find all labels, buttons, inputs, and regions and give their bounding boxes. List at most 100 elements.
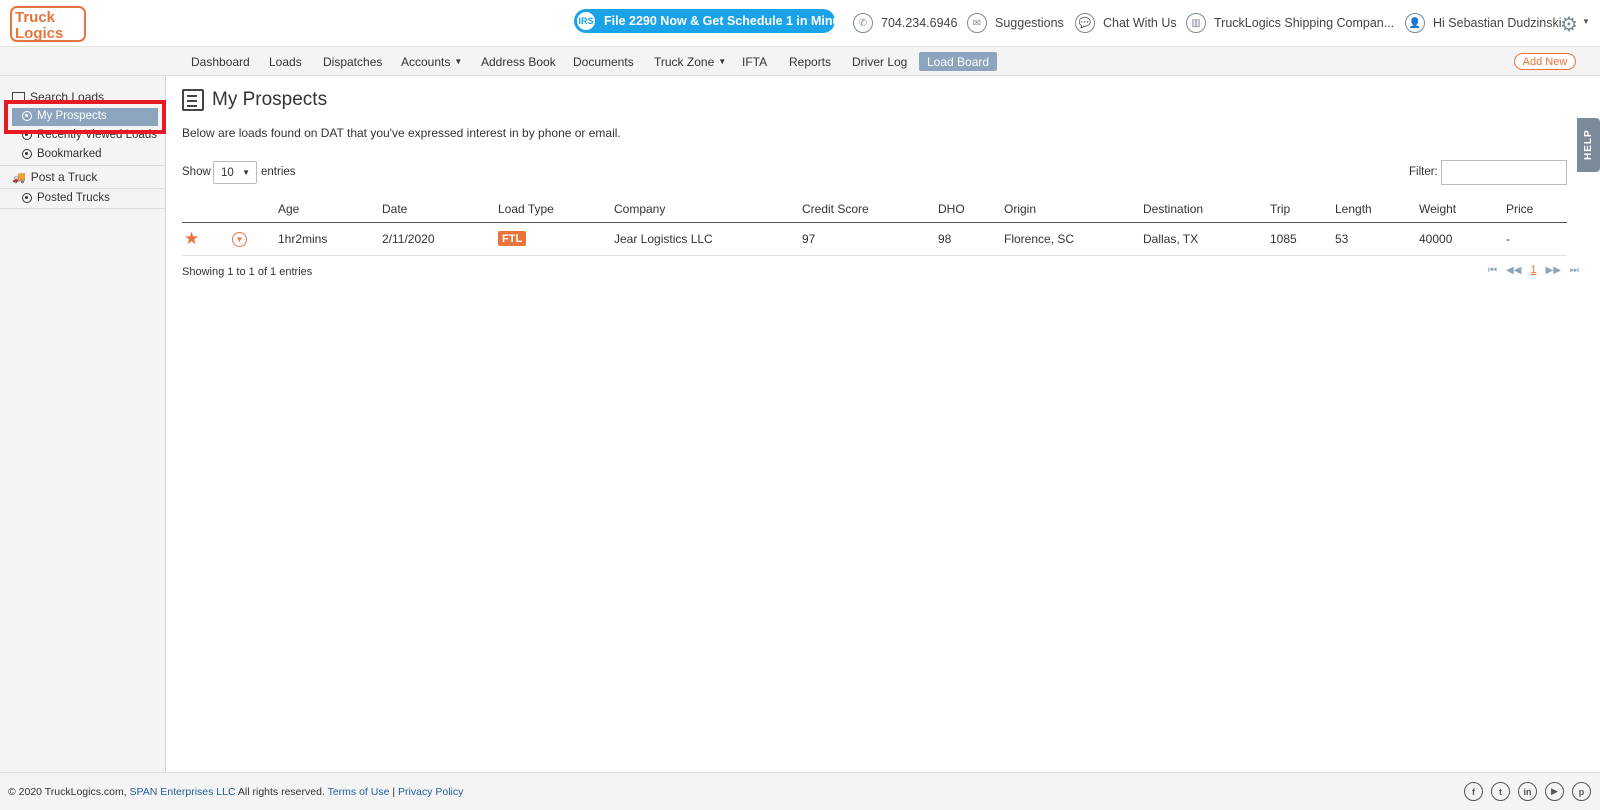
load-type-badge: FTL bbox=[498, 231, 527, 246]
chat-link[interactable]: 💬 Chat With Us bbox=[1075, 12, 1177, 34]
cell-origin: Florence, SC bbox=[1004, 232, 1075, 246]
facebook-icon[interactable]: f bbox=[1464, 782, 1483, 801]
col-weight[interactable]: Weight bbox=[1419, 202, 1456, 216]
copyright-text: © 2020 TruckLogics.com, bbox=[8, 786, 127, 798]
sidebar-item-posted-trucks[interactable]: Posted Trucks bbox=[22, 192, 110, 204]
privacy-policy-link[interactable]: Privacy Policy bbox=[398, 786, 463, 798]
cell-date: 2/11/2020 bbox=[382, 232, 435, 246]
radio-icon bbox=[22, 193, 32, 203]
nav-driver-log[interactable]: Driver Log bbox=[844, 52, 915, 71]
cell-destination: Dallas, TX bbox=[1143, 232, 1199, 246]
col-origin[interactable]: Origin bbox=[1004, 202, 1036, 216]
cell-weight: 40000 bbox=[1419, 232, 1453, 246]
chat-label: Chat With Us bbox=[1103, 16, 1177, 30]
chat-bubble-icon: 💬 bbox=[1075, 13, 1095, 33]
col-credit-score[interactable]: Credit Score bbox=[802, 202, 869, 216]
nav-accounts[interactable]: Accounts ▼ bbox=[393, 52, 470, 71]
truck-icon: 🚚 bbox=[12, 171, 26, 184]
cell-credit-score: 97 bbox=[802, 232, 816, 246]
promo-label: File 2290 Now & Get Schedule 1 in Minute… bbox=[604, 14, 859, 28]
user-menu[interactable]: 👤 Hi Sebastian Dudzinski bbox=[1405, 12, 1562, 34]
radio-icon bbox=[22, 149, 32, 159]
filter-input[interactable] bbox=[1441, 160, 1567, 185]
first-page-icon[interactable]: ⏮ bbox=[1488, 265, 1497, 276]
nav-ifta[interactable]: IFTA bbox=[734, 52, 775, 71]
col-load-type[interactable]: Load Type bbox=[498, 202, 554, 216]
main-nav: Dashboard Loads Dispatches Accounts ▼ Ad… bbox=[0, 47, 1600, 76]
sidebar-divider bbox=[0, 208, 166, 209]
footer: © 2020 TruckLogics.com, SPAN Enterprises… bbox=[0, 772, 1600, 810]
logo-line1: Truck bbox=[15, 9, 56, 26]
entries-label: entries bbox=[261, 166, 296, 178]
sidebar-divider bbox=[0, 165, 166, 166]
twitter-icon[interactable]: t bbox=[1491, 782, 1510, 801]
pinterest-icon[interactable]: p bbox=[1572, 782, 1591, 801]
col-price[interactable]: Price bbox=[1506, 202, 1533, 216]
filter-label: Filter: bbox=[1409, 166, 1438, 178]
table-row-divider bbox=[182, 255, 1567, 256]
span-enterprises-link[interactable]: SPAN Enterprises LLC bbox=[130, 786, 236, 798]
cell-dho: 98 bbox=[938, 232, 952, 246]
cell-age: 1hr2mins bbox=[278, 232, 328, 246]
building-icon: ▥ bbox=[1186, 13, 1206, 33]
phone-link[interactable]: ✆ 704.234.6946 bbox=[853, 12, 957, 34]
add-new-button[interactable]: Add New bbox=[1514, 53, 1576, 70]
top-header: Truck Logics IRS File 2290 Now & Get Sch… bbox=[0, 0, 1600, 47]
table-info: Showing 1 to 1 of 1 entries bbox=[182, 266, 313, 278]
cell-company: Jear Logistics LLC bbox=[614, 232, 713, 246]
footer-copyright: © 2020 TruckLogics.com, SPAN Enterprises… bbox=[8, 786, 463, 798]
col-destination[interactable]: Destination bbox=[1143, 202, 1203, 216]
nav-accounts-label: Accounts bbox=[401, 54, 451, 69]
nav-loads[interactable]: Loads bbox=[261, 52, 310, 71]
chevron-down-icon[interactable]: ▼ bbox=[1582, 17, 1590, 26]
suggestions-link[interactable]: ✉ Suggestions bbox=[967, 12, 1064, 34]
help-tab[interactable]: HELP bbox=[1577, 118, 1600, 172]
caret-down-icon: ▼ bbox=[454, 57, 463, 66]
entries-per-page-select[interactable]: 10 ▼ bbox=[213, 161, 257, 184]
page-number[interactable]: 1 bbox=[1530, 264, 1536, 276]
col-age[interactable]: Age bbox=[278, 202, 299, 216]
chevron-down-circle-icon[interactable]: ▼ bbox=[232, 232, 247, 247]
linkedin-icon[interactable]: in bbox=[1518, 782, 1537, 801]
sidebar-divider bbox=[0, 188, 166, 189]
nav-dispatches[interactable]: Dispatches bbox=[315, 52, 390, 71]
user-greeting: Hi Sebastian Dudzinski bbox=[1433, 16, 1562, 30]
col-trip[interactable]: Trip bbox=[1270, 202, 1290, 216]
last-page-icon[interactable]: ⏭ bbox=[1570, 265, 1579, 276]
col-company[interactable]: Company bbox=[614, 202, 665, 216]
star-icon[interactable]: ★ bbox=[184, 229, 199, 249]
post-truck-label: Post a Truck bbox=[30, 170, 98, 184]
cell-length: 53 bbox=[1335, 232, 1349, 246]
nav-dashboard[interactable]: Dashboard bbox=[183, 52, 258, 71]
col-date[interactable]: Date bbox=[382, 202, 407, 216]
envelope-icon: ✉ bbox=[967, 13, 987, 33]
sidebar-post-truck[interactable]: 🚚 Post a Truck bbox=[12, 170, 97, 184]
youtube-icon[interactable]: ▶ bbox=[1545, 782, 1564, 801]
nav-reports[interactable]: Reports bbox=[781, 52, 839, 71]
logo-line2: Logics bbox=[15, 25, 63, 42]
nav-documents[interactable]: Documents bbox=[565, 52, 642, 71]
sidebar-item-bookmarked[interactable]: Bookmarked bbox=[22, 148, 102, 160]
phone-number: 704.234.6946 bbox=[881, 16, 958, 30]
next-page-icon[interactable]: ▶▶ bbox=[1546, 265, 1561, 276]
nav-truck-zone[interactable]: Truck Zone ▼ bbox=[646, 52, 734, 71]
gear-icon[interactable]: ⚙ bbox=[1560, 12, 1578, 37]
company-selector[interactable]: ▥ TruckLogics Shipping Compan... bbox=[1186, 12, 1394, 34]
posted-trucks-label: Posted Trucks bbox=[37, 192, 110, 204]
col-dho[interactable]: DHO bbox=[938, 202, 965, 216]
trucklogics-logo[interactable]: Truck Logics bbox=[10, 5, 92, 43]
cell-trip: 1085 bbox=[1270, 232, 1297, 246]
list-search-icon bbox=[182, 89, 204, 111]
nav-address-book[interactable]: Address Book bbox=[473, 52, 564, 71]
previous-page-icon[interactable]: ◀◀ bbox=[1506, 265, 1521, 276]
nav-truck-zone-label: Truck Zone bbox=[654, 54, 715, 69]
caret-down-icon: ▼ bbox=[718, 57, 727, 66]
phone-icon: ✆ bbox=[853, 13, 873, 33]
file-2290-promo-button[interactable]: IRS File 2290 Now & Get Schedule 1 in Mi… bbox=[574, 9, 858, 33]
bookmarked-label: Bookmarked bbox=[37, 148, 102, 160]
nav-load-board[interactable]: Load Board bbox=[919, 52, 998, 71]
entries-per-page-value: 10 bbox=[221, 166, 234, 179]
col-length[interactable]: Length bbox=[1335, 202, 1372, 216]
terms-of-use-link[interactable]: Terms of Use bbox=[328, 786, 390, 798]
highlight-box bbox=[4, 100, 166, 134]
